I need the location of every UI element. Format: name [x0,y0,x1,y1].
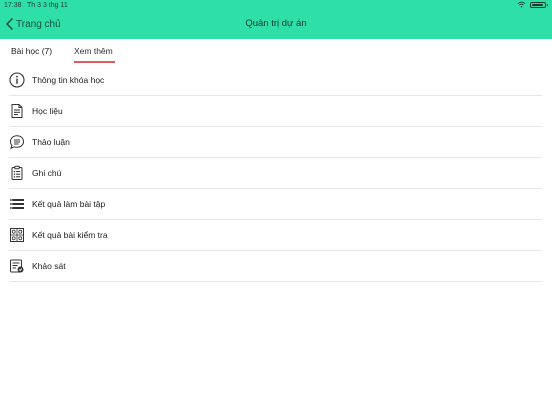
menu-item-label: Thảo luận [32,137,70,147]
survey-icon [9,258,25,274]
tab-bar: Bài học (7) Xem thêm [0,39,552,65]
menu-item-label: Kết quả bài kiểm tra [32,230,108,240]
page-title: Quản trị dự án [245,18,307,29]
chat-icon [9,134,25,150]
app-header: 17:38 Th 3 3 thg 11 Trang chủ Quản trị d… [0,0,552,39]
status-time: 17:38 [4,2,22,9]
abc-test-icon [9,227,25,243]
tab-more[interactable]: Xem thêm [74,46,113,56]
clipboard-icon [9,165,25,181]
menu-item-materials[interactable]: Học liệu [9,96,542,127]
battery-icon [530,1,548,8]
document-icon [9,103,25,119]
status-bar: 17:38 Th 3 3 thg 11 [0,0,552,11]
menu-item-course-info[interactable]: Thông tin khóa học [9,65,542,96]
menu-item-notes[interactable]: Ghi chú [9,158,542,189]
active-tab-indicator [74,61,115,63]
status-date: Th 3 3 thg 11 [27,2,68,9]
wifi-icon [517,1,526,8]
status-indicators [517,1,548,8]
menu-item-label: Khảo sát [32,261,66,271]
info-icon [9,72,25,88]
menu-item-label: Kết quả làm bài tập [32,199,106,209]
menu-list: Thông tin khóa học Học liệu Thảo luận Gh… [0,65,552,282]
menu-item-label: Ghi chú [32,168,62,178]
menu-item-survey[interactable]: Khảo sát [9,251,542,282]
tab-lessons[interactable]: Bài học (7) [11,46,52,56]
menu-item-label: Thông tin khóa học [32,75,105,85]
menu-item-label: Học liệu [32,106,63,116]
menu-item-test-results[interactable]: Kết quả bài kiểm tra [9,220,542,251]
menu-item-discussion[interactable]: Thảo luận [9,127,542,158]
list-bars-icon [9,196,25,212]
menu-item-assignment-results[interactable]: Kết quả làm bài tập [9,189,542,220]
